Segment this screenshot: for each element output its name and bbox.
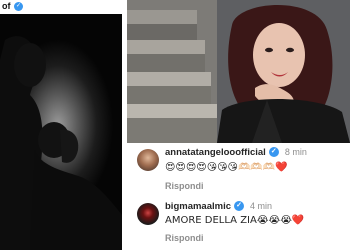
left-header-bar: of ✓ — [0, 0, 122, 14]
portrait-illustration — [127, 0, 350, 143]
verified-badge-icon: ✓ — [14, 2, 23, 11]
verified-badge-icon: ✓ — [234, 201, 244, 212]
comment-timestamp: 8 min — [284, 147, 307, 157]
commenter-avatar[interactable] — [137, 149, 159, 171]
silhouette-photo: of ✓ — [0, 0, 122, 250]
reply-link[interactable]: Rispondi — [165, 233, 204, 243]
comment-text: 😍😍😍😍😘😘😘🫶🏻🫶🏻🫶🏻❤️ — [165, 162, 288, 173]
comment-timestamp: 4 min — [250, 201, 273, 211]
comment-username-row: annatatangelooofficial ✓ 8 min — [165, 147, 307, 158]
comment-item: bigmamaalmic ✓ 4 min AMORE DELLA ZIA😭😭😭❤️ … — [127, 197, 350, 250]
comment-text: AMORE DELLA ZIA😭😭😭❤️ — [165, 215, 305, 226]
comment-username-row: bigmamaalmic ✓ 4 min — [165, 201, 272, 212]
left-header-username: of — [2, 1, 11, 11]
silhouette-illustration — [0, 36, 122, 250]
commenter-avatar[interactable] — [137, 203, 159, 225]
comment-username[interactable]: annatatangelooofficial — [165, 147, 266, 158]
comments-section: annatatangelooofficial ✓ 8 min 😍😍😍😍😘😘😘🫶🏻🫶🏻… — [127, 143, 350, 250]
reply-link[interactable]: Rispondi — [165, 181, 204, 191]
verified-badge-icon: ✓ — [268, 147, 279, 158]
comment-item: annatatangelooofficial ✓ 8 min 😍😍😍😍😘😘😘🫶🏻🫶🏻… — [127, 143, 350, 197]
portrait-photo — [127, 0, 350, 143]
comment-username[interactable]: bigmamaalmic — [165, 201, 231, 212]
